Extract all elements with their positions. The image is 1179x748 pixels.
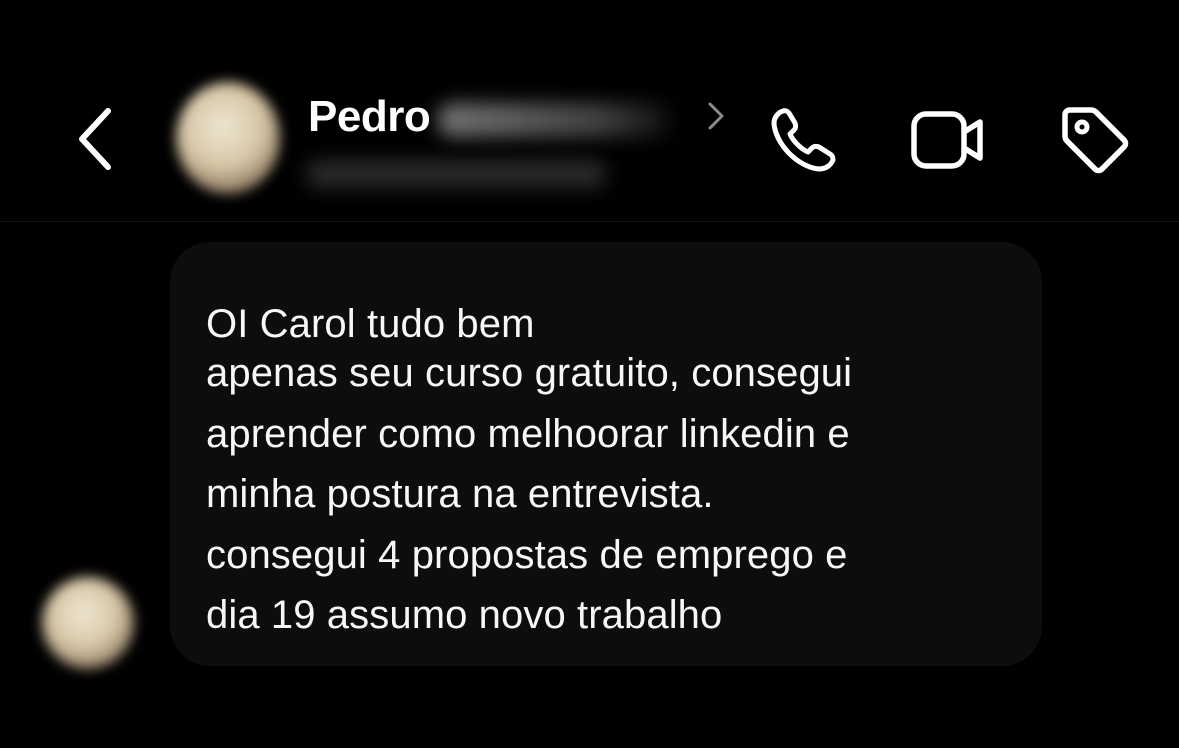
video-camera-icon bbox=[911, 111, 983, 169]
chat-header: Pedro bbox=[0, 0, 1179, 222]
back-button[interactable] bbox=[62, 98, 128, 180]
contact-handle-redacted bbox=[306, 160, 606, 188]
message-line: dia 19 assumo novo trabalho bbox=[206, 593, 723, 637]
chevron-left-icon bbox=[79, 108, 111, 170]
video-call-button[interactable] bbox=[904, 96, 992, 184]
contact-avatar[interactable] bbox=[176, 82, 280, 194]
chevron-right-icon[interactable] bbox=[704, 100, 728, 132]
message-bubble[interactable]: OI Carol tudo bem apenas seu curso gratu… bbox=[170, 242, 1042, 666]
contact-name-button[interactable]: Pedro bbox=[308, 92, 671, 142]
call-button[interactable] bbox=[760, 96, 848, 184]
chat-screen: Pedro OI Carol tudo bem apenas seu curso… bbox=[0, 0, 1179, 748]
message-body: apenas seu curso gratuito, consegui apre… bbox=[206, 343, 1006, 646]
contact-surname-redacted bbox=[438, 103, 671, 137]
message-row: OI Carol tudo bem apenas seu curso gratu… bbox=[0, 222, 1179, 748]
label-button[interactable] bbox=[1050, 96, 1138, 184]
phone-icon bbox=[771, 108, 836, 172]
contact-name: Pedro bbox=[308, 92, 431, 141]
tag-icon bbox=[1062, 107, 1129, 174]
message-line: aprender como melhoorar linkedin e bbox=[206, 411, 850, 456]
message-line: consegui 4 propostas de emprego e bbox=[206, 532, 848, 577]
sender-avatar[interactable] bbox=[42, 577, 134, 669]
message-line: apenas seu curso gratuito, consegui bbox=[206, 351, 853, 395]
message-line: minha postura na entrevista. bbox=[206, 472, 714, 516]
